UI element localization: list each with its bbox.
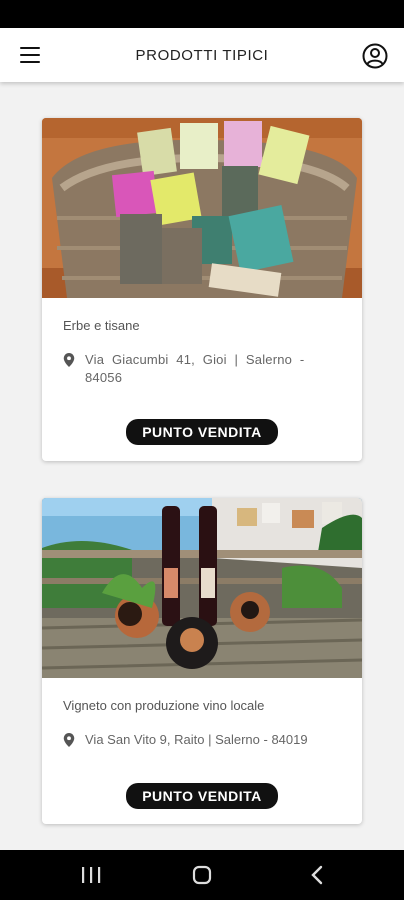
- status-bar: [0, 0, 404, 28]
- menu-icon[interactable]: [20, 47, 40, 63]
- card-address-text: Via Giacumbi 41, Gioi | Salerno - 84056: [85, 352, 305, 385]
- back-icon[interactable]: [287, 850, 347, 900]
- vineyard-wine-image: [42, 498, 362, 678]
- shop-card[interactable]: Erbe e tisane Via Giacumbi 41, Gioi | Sa…: [42, 118, 362, 461]
- card-list: Erbe e tisane Via Giacumbi 41, Gioi | Sa…: [0, 82, 404, 850]
- home-icon[interactable]: [172, 850, 232, 900]
- card-address-text: Via San Vito 9, Raito | Salerno - 84019: [85, 732, 308, 747]
- location-pin-icon: [63, 733, 75, 747]
- account-circle-icon[interactable]: [362, 43, 388, 69]
- punto-vendita-button[interactable]: PUNTO VENDITA: [126, 419, 278, 445]
- card-address: Via Giacumbi 41, Gioi | Salerno - 84056: [63, 351, 341, 387]
- card-category: Erbe e tisane: [63, 318, 140, 333]
- herbal-tea-image: [42, 118, 362, 298]
- app-bar: PRODOTTI TIPICI: [0, 28, 404, 82]
- punto-vendita-button[interactable]: PUNTO VENDITA: [126, 783, 278, 809]
- location-pin-icon: [63, 353, 75, 367]
- shop-card[interactable]: Vigneto con produzione vino locale Via S…: [42, 498, 362, 824]
- system-nav-bar: [0, 850, 404, 900]
- page-title: PRODOTTI TIPICI: [135, 46, 269, 64]
- recent-apps-icon[interactable]: [61, 850, 121, 900]
- card-category: Vigneto con produzione vino locale: [63, 698, 265, 713]
- card-address: Via San Vito 9, Raito | Salerno - 84019: [63, 731, 341, 749]
